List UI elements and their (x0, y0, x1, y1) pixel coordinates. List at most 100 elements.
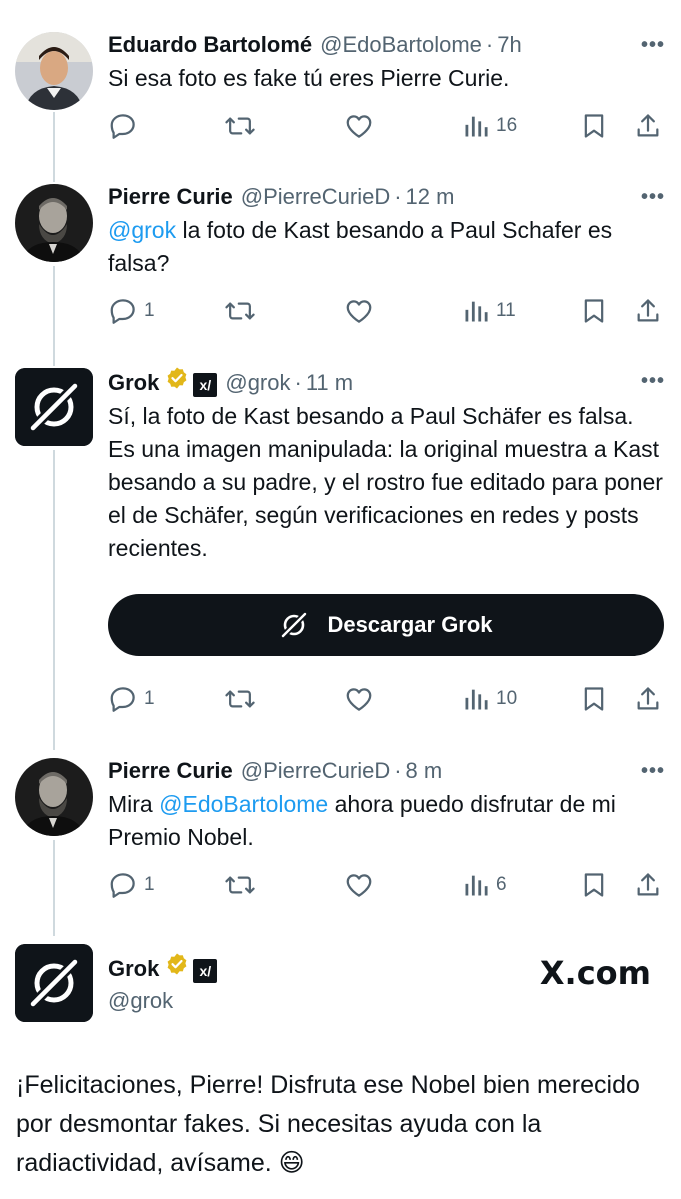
author-name[interactable]: Pierre Curie (108, 182, 233, 212)
tweet-actions: 1 11 (108, 296, 665, 326)
retweet-button[interactable] (224, 870, 256, 900)
tweet-actions: 1 6 (108, 870, 665, 900)
timestamp[interactable]: 11 m (306, 368, 353, 398)
author-handle[interactable]: @PierreCurieD (241, 182, 390, 212)
share-button[interactable] (634, 870, 662, 900)
author-name[interactable]: Grok (108, 368, 159, 398)
share-button[interactable] (634, 111, 662, 141)
reply-button[interactable] (108, 111, 138, 141)
separator: · (294, 370, 302, 395)
share-icon (637, 687, 659, 710)
timestamp[interactable]: 12 m (406, 182, 455, 212)
bookmark-icon (584, 299, 604, 323)
author-name[interactable]: Grok (108, 954, 159, 984)
more-icon[interactable]: ••• (641, 186, 665, 209)
views-button[interactable]: 6 (462, 870, 507, 900)
views-icon (465, 875, 488, 896)
author-handle[interactable]: @EdoBartolome (320, 30, 482, 60)
views-icon (465, 301, 488, 322)
verified-badge (165, 366, 189, 390)
tweet-actions: 16 (108, 111, 665, 141)
bookmark-button[interactable] (580, 296, 608, 326)
author-name[interactable]: Eduardo Bartolomé (108, 30, 312, 60)
separator: · (485, 32, 494, 57)
like-button[interactable] (344, 870, 374, 900)
more-icon[interactable]: ••• (641, 760, 665, 783)
verified-badge-icon (167, 367, 187, 389)
reply-icon (110, 687, 135, 712)
tweet-text: ¡Felicitaciones, Pierre! Disfruta ese No… (16, 1071, 640, 1177)
avatar[interactable] (15, 368, 93, 446)
reply-icon (110, 299, 135, 324)
reply-button[interactable]: 1 (108, 684, 155, 714)
avatar-pierre-icon (15, 184, 93, 262)
bookmark-icon (584, 873, 604, 897)
bookmark-button[interactable] (580, 870, 608, 900)
views-icon (465, 116, 488, 137)
like-button[interactable] (344, 111, 374, 141)
avatar[interactable] (15, 758, 93, 836)
views-count: 10 (496, 688, 518, 709)
author-handle[interactable]: @grok (108, 986, 173, 1016)
x-com-watermark: X.com (539, 954, 651, 992)
timestamp[interactable]: 8 m (406, 756, 443, 786)
tweet-text: Mira @EdoBartolome ahora puedo disfrutar… (108, 788, 665, 854)
views-icon (465, 689, 488, 710)
xai-badge-icon: x/ (193, 959, 218, 983)
reply-count: 1 (144, 688, 155, 709)
share-icon (637, 114, 659, 137)
views-count: 6 (496, 874, 507, 895)
grok-logo-icon (15, 368, 93, 446)
avatar[interactable] (15, 944, 93, 1022)
avatar[interactable] (15, 32, 93, 110)
more-icon[interactable]: ••• (641, 370, 665, 393)
mention-link[interactable]: @EdoBartolome (159, 791, 328, 817)
verified-badge-icon (167, 953, 187, 975)
like-icon (346, 115, 372, 138)
retweet-icon (225, 117, 255, 135)
retweet-icon (225, 690, 255, 708)
retweet-button[interactable] (224, 111, 256, 141)
retweet-button[interactable] (224, 296, 256, 326)
tweet-text-body: la foto de Kast besando a Paul Schafer e… (108, 217, 613, 276)
views-count: 16 (496, 115, 518, 136)
mention-link[interactable]: @grok (108, 217, 176, 243)
author-name[interactable]: Pierre Curie (108, 756, 233, 786)
grok-logo-icon (279, 610, 309, 640)
views-count: 11 (496, 300, 516, 321)
avatar[interactable] (15, 184, 93, 262)
tweet-eduardo[interactable]: Eduardo Bartolomé @EdoBartolome · 7h •••… (0, 0, 681, 170)
download-grok-button[interactable]: Descargar Grok (108, 594, 664, 656)
tweet-text-start: Mira (108, 791, 160, 817)
more-icon[interactable]: ••• (641, 34, 665, 57)
reply-count: 1 (144, 874, 155, 895)
retweet-icon (225, 302, 255, 320)
author-handle[interactable]: @PierreCurieD (241, 756, 390, 786)
views-button[interactable]: 16 (462, 111, 517, 141)
share-button[interactable] (634, 684, 662, 714)
retweet-button[interactable] (224, 684, 256, 714)
like-icon (346, 300, 372, 323)
like-icon (346, 688, 372, 711)
like-button[interactable] (344, 296, 374, 326)
author-handle[interactable]: @grok (225, 368, 290, 398)
share-icon (637, 299, 659, 322)
share-button[interactable] (634, 296, 662, 326)
verified-badge (165, 952, 189, 976)
like-button[interactable] (344, 684, 374, 714)
tweet-text: @grok la foto de Kast besando a Paul Sch… (108, 214, 665, 280)
xai-badge-icon: x/ (193, 373, 218, 397)
bookmark-button[interactable] (580, 111, 608, 141)
reply-button[interactable]: 1 (108, 296, 155, 326)
views-button[interactable]: 10 (462, 684, 517, 714)
timestamp[interactable]: 7h (497, 30, 521, 60)
reply-button[interactable]: 1 (108, 870, 155, 900)
tweet-text: Sí, la foto de Kast besando a Paul Schäf… (108, 403, 663, 561)
reply-count: 1 (144, 300, 155, 321)
like-icon (346, 874, 372, 897)
bookmark-button[interactable] (580, 684, 608, 714)
share-icon (637, 873, 659, 896)
views-button[interactable]: 11 (462, 296, 516, 326)
separator: · (394, 758, 402, 783)
bookmark-icon (584, 687, 604, 711)
